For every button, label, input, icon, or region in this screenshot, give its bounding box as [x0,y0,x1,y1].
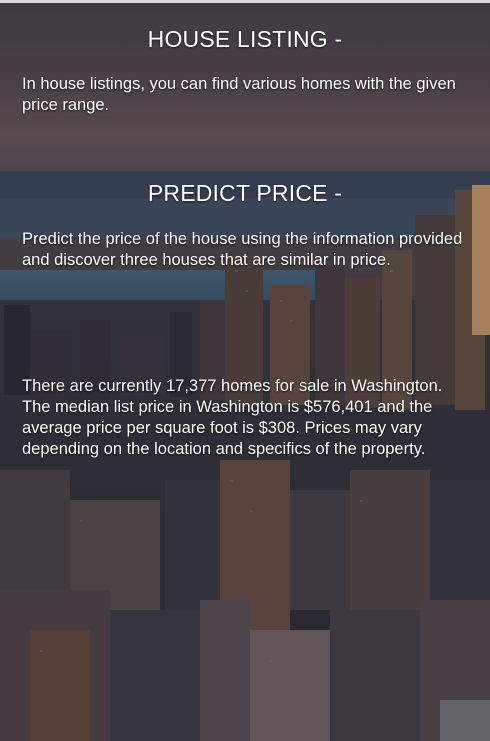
predict-price-heading: PREDICT PRICE - [147,180,343,206]
page: HOUSE LISTING - In house listings, you c… [0,0,490,741]
house-listing-section: HOUSE LISTING - [0,26,490,53]
predict-price-description: Predict the price of the house using the… [22,230,463,269]
predict-price-body: Predict the price of the house using the… [0,229,490,271]
top-border [0,0,490,3]
market-info-section: There are currently 17,377 homes for sal… [0,376,490,460]
house-listing-body: In house listings, you can find various … [0,74,490,116]
market-info-text: There are currently 17,377 homes for sal… [22,377,443,458]
house-listing-heading: HOUSE LISTING - [147,26,343,52]
house-listing-description: In house listings, you can find various … [22,75,456,114]
predict-price-section: PREDICT PRICE - [0,180,490,207]
